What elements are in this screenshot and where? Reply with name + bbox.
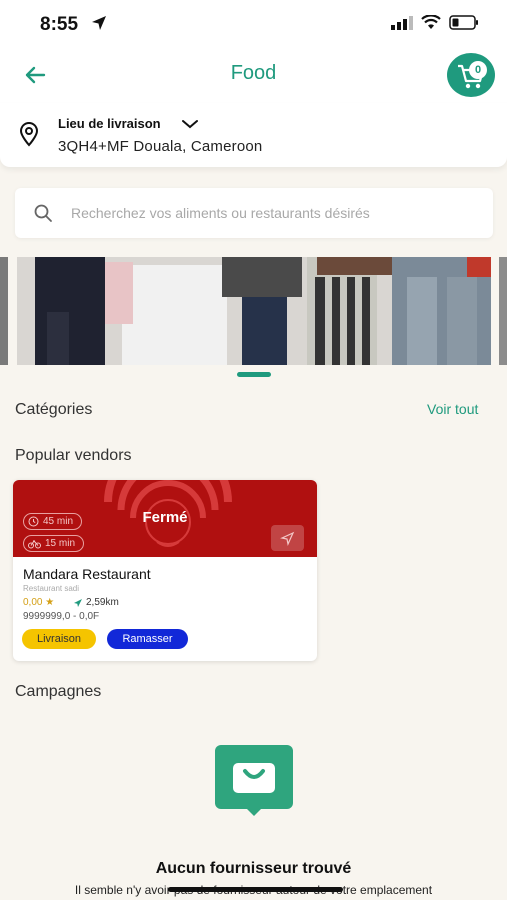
location-arrow-icon bbox=[92, 16, 106, 30]
status-time: 8:55 bbox=[40, 14, 79, 35]
vendor-card[interactable]: Fermé 45 min 15 min Mandara Restaurant R… bbox=[13, 480, 317, 661]
vendor-name: Mandara Restaurant bbox=[23, 566, 151, 582]
vendor-cover: Fermé 45 min 15 min bbox=[13, 480, 317, 557]
carousel-indicator bbox=[237, 372, 271, 377]
delivery-time-pill: 45 min bbox=[23, 513, 83, 530]
cart-count-badge: 0 bbox=[469, 61, 487, 79]
popular-vendors-title: Popular vendors bbox=[15, 447, 132, 464]
page-title: Food bbox=[230, 62, 277, 84]
bike-time-pill: 15 min bbox=[23, 535, 85, 552]
delivery-tag: Livraison bbox=[22, 629, 96, 649]
wifi-icon bbox=[421, 15, 441, 29]
home-indicator bbox=[168, 887, 343, 892]
vendor-distance-row: 2,59km bbox=[73, 597, 119, 608]
categories-title: Catégories bbox=[15, 401, 93, 418]
map-pin-icon bbox=[19, 122, 39, 147]
search-input[interactable]: Recherchez vos aliments ou restaurants d… bbox=[15, 188, 493, 238]
delivery-address: 3QH4+MF Douala, Cameroon bbox=[58, 138, 263, 155]
status-indicators bbox=[391, 15, 479, 30]
navigation-icon bbox=[280, 531, 295, 546]
delivery-location[interactable]: Lieu de livraison 3QH4+MF Douala, Camero… bbox=[0, 103, 507, 167]
search-placeholder: Recherchez vos aliments ou restaurants d… bbox=[71, 205, 370, 221]
banner-prev-peek bbox=[0, 257, 8, 365]
empty-state-title: Aucun fournisseur trouvé bbox=[155, 860, 352, 877]
status-bar: 8:55 bbox=[0, 0, 507, 48]
banner-image bbox=[17, 257, 491, 365]
directions-button[interactable] bbox=[271, 525, 304, 551]
vendor-distance: 2,59km bbox=[86, 597, 119, 608]
vendor-price: 9999999,0 - 0,0F bbox=[23, 611, 100, 622]
delivery-time: 45 min bbox=[43, 516, 74, 527]
empty-bag-icon bbox=[215, 745, 293, 816]
signal-icon bbox=[391, 15, 413, 30]
battery-icon bbox=[449, 15, 478, 30]
promo-banner[interactable] bbox=[0, 257, 507, 365]
vendor-rating: 0,00 ★ bbox=[23, 597, 55, 608]
banner-next-peek bbox=[499, 257, 507, 365]
vendor-subtitle: Restaurant sadi bbox=[23, 584, 80, 593]
search-icon bbox=[34, 204, 52, 222]
top-app-bar: Food 0 bbox=[0, 48, 507, 103]
navigation-arrow-icon bbox=[74, 598, 82, 607]
banner-illustration bbox=[17, 257, 491, 365]
pickup-tag: Ramasser bbox=[107, 629, 188, 649]
campaigns-title: Campagnes bbox=[15, 683, 102, 700]
see-all-link[interactable]: Voir tout bbox=[427, 401, 478, 417]
clock-icon bbox=[28, 516, 39, 527]
delivery-label: Lieu de livraison bbox=[58, 116, 161, 131]
chevron-down-icon[interactable] bbox=[180, 116, 200, 132]
cart-button[interactable]: 0 bbox=[447, 53, 495, 97]
bike-time: 15 min bbox=[45, 538, 76, 549]
bike-icon bbox=[28, 540, 41, 549]
